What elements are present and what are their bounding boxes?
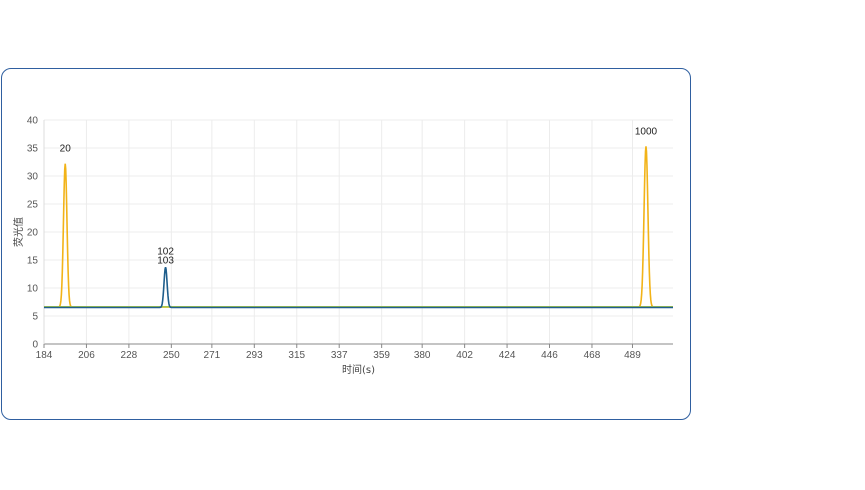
x-tick-label: 446 <box>541 350 558 361</box>
x-tick-label: 489 <box>624 350 641 361</box>
y-tick-label: 20 <box>27 228 39 239</box>
x-tick-label: 228 <box>121 350 138 361</box>
peak-labels: 201021031000 <box>60 126 658 266</box>
x-axis-title: 时间(s) <box>342 363 375 376</box>
x-tick-label: 380 <box>414 350 431 361</box>
y-tick-label: 30 <box>27 172 39 183</box>
axes: 0 5 10 15 20 25 30 35 40 184 206 228 250 271 293 315 337… <box>27 116 673 361</box>
x-tick-label: 271 <box>204 350 221 361</box>
y-tick-label: 10 <box>27 284 39 295</box>
x-tick-label: 424 <box>499 350 516 361</box>
y-tick-label: 5 <box>32 312 38 323</box>
x-tick-label: 315 <box>288 350 305 361</box>
x-tick-label: 337 <box>331 350 348 361</box>
fluorescence-chart: 0 5 10 15 20 25 30 35 40 184 206 228 250 271 293 315 337… <box>12 116 673 376</box>
grid-lines <box>43 119 673 345</box>
y-tick-label: 0 <box>32 340 38 351</box>
y-tick-label: 40 <box>27 116 39 127</box>
y-tick-label: 25 <box>27 200 39 211</box>
peak-label: 1000 <box>635 126 658 137</box>
x-tick-label: 184 <box>36 350 53 361</box>
x-tick-label: 402 <box>456 350 473 361</box>
peak-label: 20 <box>60 144 72 155</box>
series-line-3 <box>44 266 673 309</box>
series-line-1 <box>44 146 673 308</box>
x-tick-label: 359 <box>373 350 390 361</box>
series-lines <box>44 146 673 309</box>
x-tick-label: 206 <box>78 350 95 361</box>
peak-label: 103 <box>157 256 174 267</box>
x-tick-label: 293 <box>246 350 263 361</box>
x-tick-label: 468 <box>584 350 601 361</box>
y-tick-label: 35 <box>27 144 39 155</box>
x-tick-label: 250 <box>163 350 180 361</box>
y-tick-label: 15 <box>27 256 39 267</box>
y-axis-title: 荧光值 <box>12 217 25 247</box>
